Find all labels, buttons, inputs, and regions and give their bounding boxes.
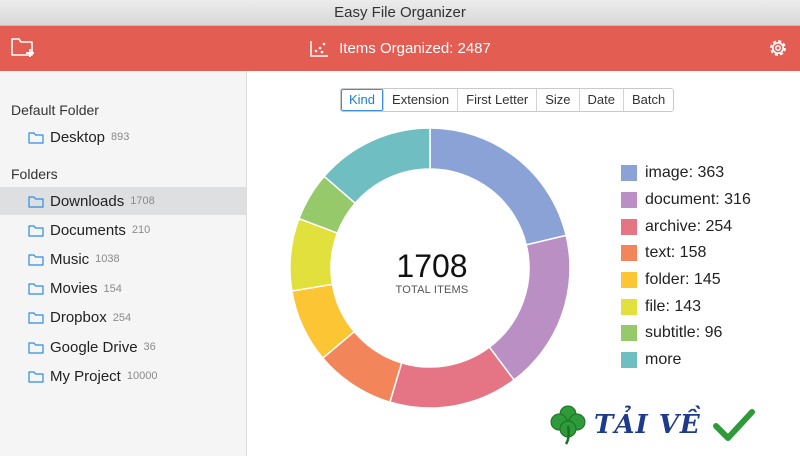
sidebar-item-count: 1038: [95, 253, 120, 266]
sidebar-item-downloads[interactable]: Downloads 1708: [0, 187, 246, 215]
sidebar-item-label: Movies: [50, 280, 98, 298]
legend-swatch: [621, 165, 637, 182]
legend-swatch: [621, 352, 637, 369]
legend-item: document: 316: [621, 187, 751, 214]
folders-heading: Folders: [11, 166, 58, 182]
total-items-value: 1708: [396, 248, 468, 284]
watermark: TẢI VỀ: [548, 400, 798, 450]
gear-icon[interactable]: [766, 36, 790, 60]
sidebar-item-count: 254: [112, 311, 132, 324]
sidebar-item-label: Music: [50, 250, 90, 268]
sidebar-item-google-drive[interactable]: Google Drive 36: [0, 333, 246, 361]
sidebar-item-desktop[interactable]: Desktop 893: [0, 123, 246, 151]
window-titlebar: Easy File Organizer: [0, 0, 800, 26]
legend-item: archive: 254: [621, 213, 751, 240]
folder-icon: [28, 195, 44, 208]
legend-item: subtitle: 96: [621, 320, 751, 347]
legend-label: text: 158: [645, 244, 707, 262]
legend-item: image: 363: [621, 160, 751, 187]
sidebar-item-music[interactable]: Music 1038: [0, 245, 246, 273]
tab-extension[interactable]: Extension: [384, 89, 459, 111]
legend-item: text: 158: [621, 240, 751, 267]
legend-item: file: 143: [621, 293, 751, 320]
tab-size[interactable]: Size: [537, 89, 580, 111]
legend-label: file: 143: [645, 297, 702, 315]
sidebar-item-count: 36: [143, 341, 156, 353]
legend-swatch: [621, 325, 637, 342]
legend-label: image: 363: [645, 164, 725, 182]
legend-swatch: [621, 192, 637, 209]
legend-label: folder: 145: [645, 271, 721, 289]
scatter-chart-icon: [310, 40, 329, 57]
default-folder-heading: Default Folder: [11, 102, 99, 118]
sidebar-item-my-project[interactable]: My Project 10000: [0, 362, 246, 390]
sidebar-item-dropbox[interactable]: Dropbox 254: [0, 304, 246, 332]
sidebar-item-label: Documents: [50, 221, 126, 239]
tab-date[interactable]: Date: [579, 89, 625, 111]
sidebar-item-label: Dropbox: [50, 309, 107, 327]
legend-label: more: [645, 351, 682, 369]
donut-slice-image[interactable]: [429, 127, 568, 246]
sidebar-item-count: 210: [131, 224, 151, 237]
organized-status-text: Items Organized: 2487: [339, 40, 491, 57]
legend-swatch: [621, 272, 637, 289]
sidebar-item-label: Desktop: [50, 128, 106, 146]
legend-swatch: [621, 245, 637, 262]
tab-batch[interactable]: Batch: [624, 89, 674, 111]
sidebar: Default Folder Desktop 893 Folders Downl…: [0, 71, 247, 456]
legend-label: document: 316: [645, 191, 751, 209]
tab-first-letter[interactable]: First Letter: [458, 89, 538, 111]
sidebar-item-movies[interactable]: Movies 154: [0, 275, 246, 303]
sidebar-item-count: 1708: [130, 195, 155, 207]
watermark-text: TẢI VỀ: [594, 410, 701, 440]
toolbar: Items Organized: 2487: [0, 26, 800, 71]
legend-item: folder: 145: [621, 267, 751, 294]
chart-legend: image: 363 document: 316 archive: 254 text:…: [621, 160, 751, 374]
folder-icon: [28, 312, 44, 324]
folder-icon: [28, 371, 44, 383]
organized-status: Items Organized: 2487: [0, 26, 800, 71]
legend-swatch: [621, 298, 637, 315]
folder-icon: [28, 341, 44, 354]
sidebar-item-label: Downloads: [50, 192, 125, 210]
check-icon: [712, 409, 755, 441]
legend-item: more: [621, 347, 751, 374]
legend-swatch: [621, 218, 637, 235]
legend-label: archive: 254: [645, 217, 733, 235]
folder-icon: [28, 283, 44, 295]
window-title: Easy File Organizer: [334, 4, 466, 21]
grouping-tabs: Kind Extension First Letter Size Date Batch: [340, 88, 675, 112]
folder-icon: [28, 131, 44, 144]
sidebar-item-documents[interactable]: Documents 210: [0, 216, 246, 244]
tab-kind[interactable]: Kind: [341, 89, 385, 111]
folder-icon: [28, 225, 44, 237]
sidebar-item-count: 154: [103, 282, 122, 295]
clover-icon: [550, 405, 586, 445]
sidebar-item-count: 10000: [126, 370, 158, 383]
donut-slice-archive[interactable]: [388, 346, 516, 409]
sidebar-item-label: My Project: [50, 367, 121, 385]
sidebar-item-label: Google Drive: [50, 338, 138, 356]
legend-label: subtitle: 96: [645, 324, 723, 342]
folder-icon: [28, 254, 44, 266]
sidebar-item-count: 893: [111, 131, 130, 143]
total-items-label: TOTAL ITEMS: [395, 284, 469, 296]
